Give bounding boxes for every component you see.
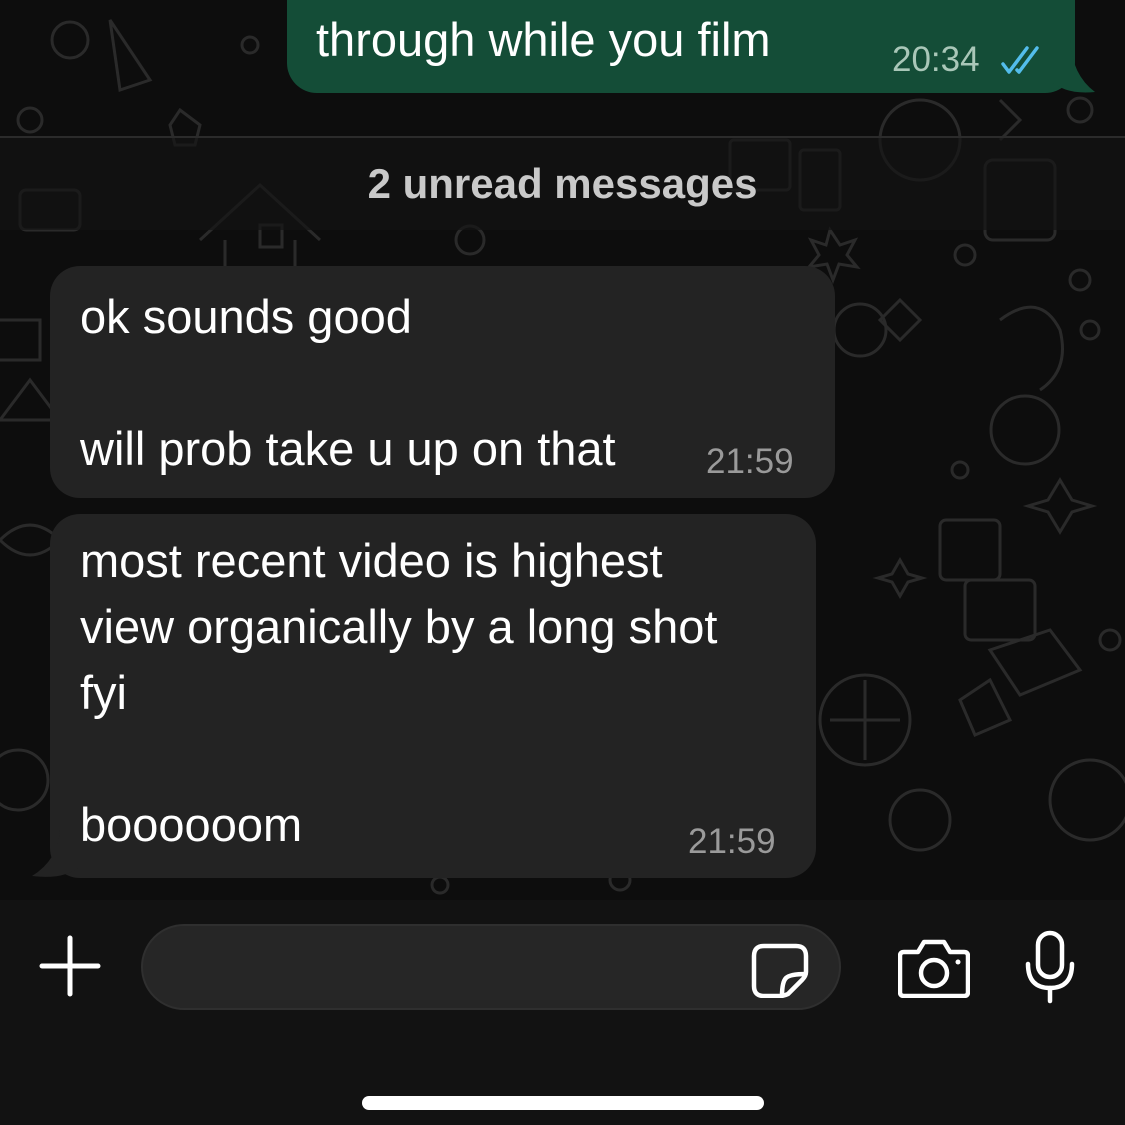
message-composer-bar xyxy=(0,900,1125,1125)
unread-messages-label: 2 unread messages xyxy=(367,160,758,207)
outgoing-bubble-tail xyxy=(1050,40,1095,93)
incoming-message-time: 21:59 xyxy=(706,442,794,481)
incoming-message-bubble[interactable]: most recent video is highest view organi… xyxy=(50,514,816,878)
chat-screen: through while you film 20:34 2 unread me… xyxy=(0,0,1125,1125)
outgoing-message-time: 20:34 xyxy=(892,40,980,79)
message-line: most recent video is highest xyxy=(80,534,663,587)
outgoing-message-bubble[interactable]: through while you film 20:34 xyxy=(287,0,1075,93)
incoming-bubble-tail xyxy=(32,830,80,877)
outgoing-message-text: through while you film xyxy=(316,13,771,66)
incoming-message-time: 21:59 xyxy=(688,822,776,861)
message-input[interactable] xyxy=(141,924,841,1010)
microphone-icon[interactable] xyxy=(1022,930,1078,1004)
sticker-icon[interactable] xyxy=(750,942,810,998)
incoming-message-bubble[interactable]: ok sounds good will prob take u up on th… xyxy=(50,266,835,498)
message-line: boooooom xyxy=(80,798,303,851)
message-line: will prob take u up on that xyxy=(80,422,616,475)
camera-icon[interactable] xyxy=(898,938,970,998)
plus-icon[interactable] xyxy=(38,934,102,998)
message-line: ok sounds good xyxy=(80,290,412,343)
chat-background: through while you film 20:34 2 unread me… xyxy=(0,0,1125,900)
read-double-check-icon xyxy=(1001,46,1039,74)
message-line: fyi xyxy=(80,666,127,719)
home-indicator[interactable] xyxy=(362,1096,764,1110)
unread-messages-divider: 2 unread messages xyxy=(0,136,1125,230)
message-line: view organically by a long shot xyxy=(80,600,718,653)
